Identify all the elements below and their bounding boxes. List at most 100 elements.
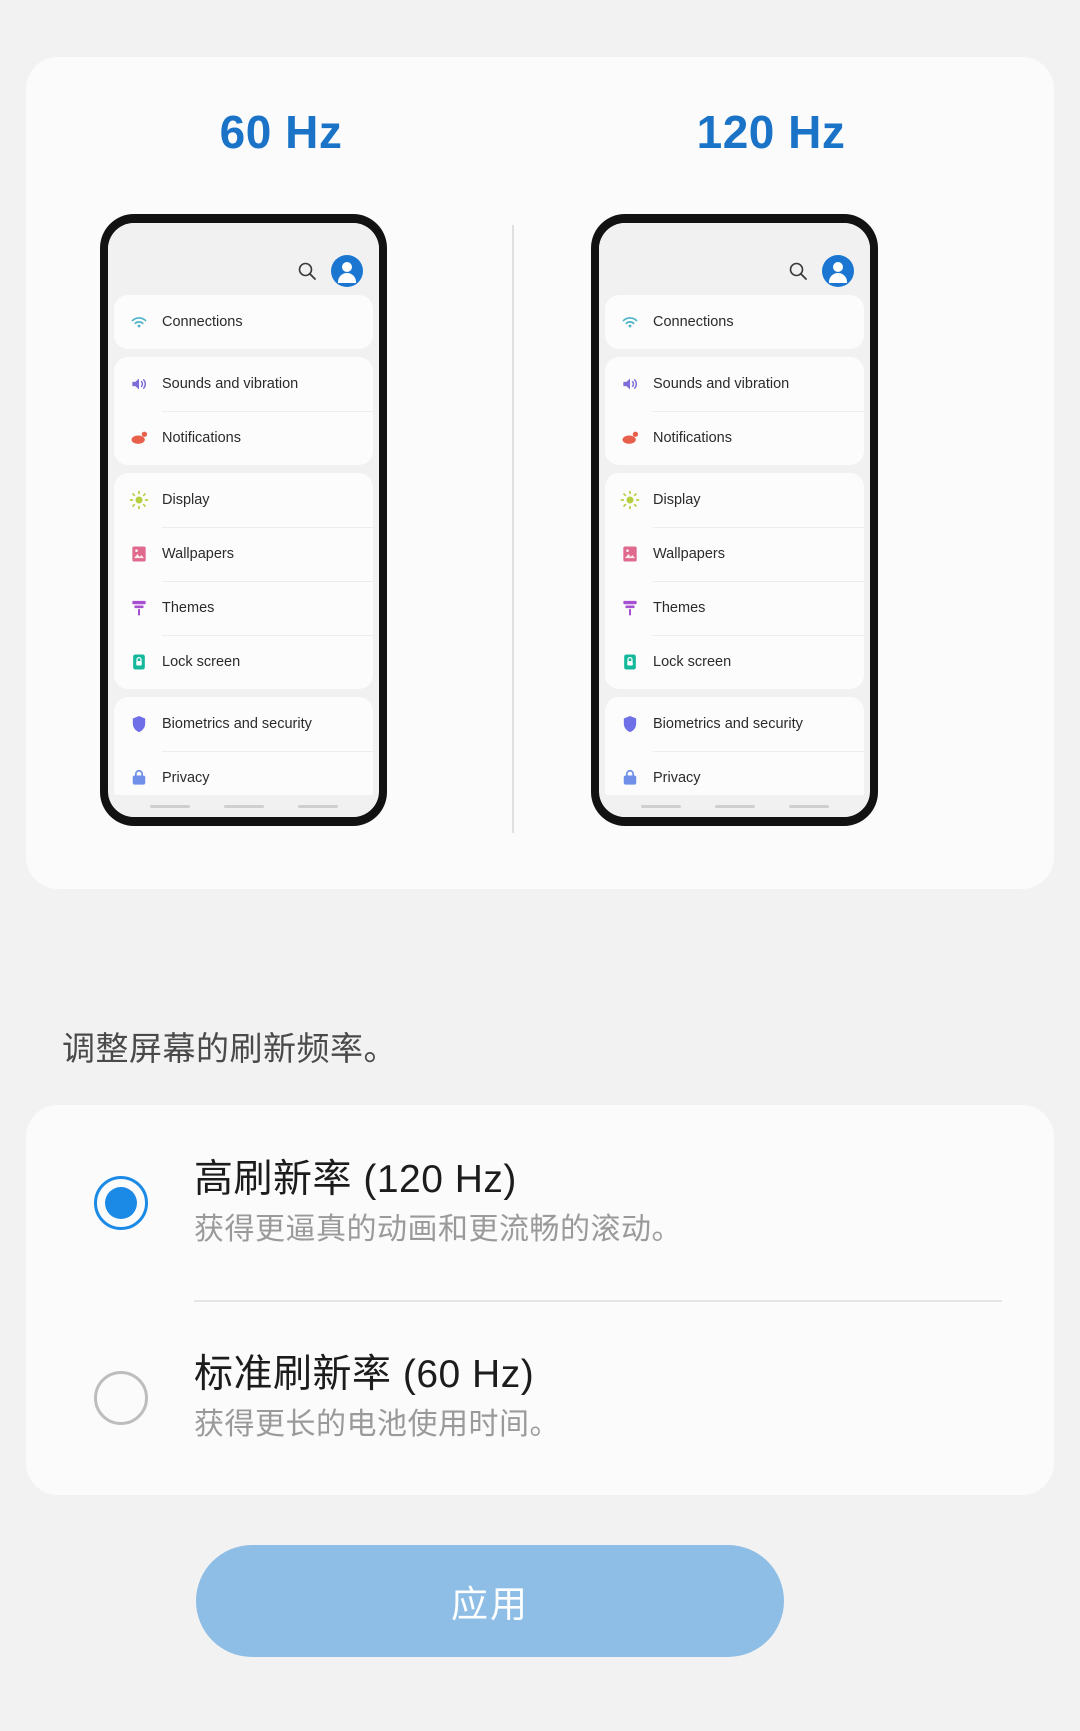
profile-avatar-icon[interactable] — [822, 255, 854, 287]
option-subtitle: 获得更逼真的动画和更流畅的滚动。 — [194, 1212, 682, 1246]
settings-row[interactable]: Biometrics and security — [605, 697, 864, 751]
phone-mockup-60hz: Connections Sounds and vibration Notificat… — [100, 214, 387, 826]
avatar-head — [833, 262, 843, 272]
settings-row-label: Privacy — [162, 770, 210, 786]
option-title: 高刷新率 (120 Hz) — [194, 1158, 517, 1202]
refresh-rate-settings-page: 60 Hz 120 Hz Connections Sounds and vibr… — [0, 0, 1080, 1731]
settings-row-label: Lock screen — [653, 654, 732, 670]
preview-labels: 60 Hz 120 Hz — [26, 105, 1054, 175]
phone-screen: Connections Sounds and vibration Notificat… — [108, 223, 379, 817]
option-subtitle: 获得更长的电池使用时间。 — [194, 1407, 560, 1441]
settings-row-label: Themes — [653, 600, 706, 616]
settings-row-label: Display — [653, 492, 701, 508]
settings-row[interactable]: Connections — [114, 295, 373, 349]
preview-label-60hz: 60 Hz — [219, 106, 343, 158]
settings-row[interactable]: Connections — [605, 295, 864, 349]
settings-row[interactable]: Display — [605, 473, 864, 527]
settings-group: Sounds and vibration Notifications — [114, 357, 373, 465]
wifi-icon — [128, 311, 150, 333]
search-icon[interactable] — [297, 261, 317, 281]
avatar-body — [338, 273, 356, 283]
nav-pill — [714, 804, 755, 808]
settings-row[interactable]: Lock screen — [114, 635, 373, 689]
settings-row-label: Lock screen — [162, 654, 241, 670]
phone-mockup-120hz: Connections Sounds and vibration Notificat… — [591, 214, 878, 826]
settings-row-label: Display — [162, 492, 210, 508]
settings-row[interactable]: Wallpapers — [114, 527, 373, 581]
refresh-rate-options-card: 高刷新率 (120 Hz) 获得更逼真的动画和更流畅的滚动。 标准刷新率 (60… — [26, 1105, 1054, 1495]
settings-row-label: Connections — [162, 314, 243, 330]
settings-group: Connections — [605, 295, 864, 349]
settings-row-label: Notifications — [653, 430, 732, 446]
phone-header — [599, 223, 870, 295]
phone-screen: Connections Sounds and vibration Notificat… — [599, 223, 870, 817]
brightness-icon — [128, 489, 150, 511]
speaker-icon — [619, 373, 641, 395]
option-title: 标准刷新率 (60 Hz) — [194, 1353, 535, 1397]
phone-settings-list: Connections Sounds and vibration Notificat… — [599, 295, 870, 805]
phone-navigation-bar — [599, 795, 870, 817]
privacy-lock-icon — [619, 767, 641, 789]
settings-group: Display Wallpapers Themes Lock screen — [114, 473, 373, 689]
privacy-lock-icon — [128, 767, 150, 789]
apply-button[interactable]: 应用 — [196, 1545, 784, 1657]
settings-row[interactable]: Sounds and vibration — [114, 357, 373, 411]
radio-high-refresh-rate[interactable] — [94, 1175, 148, 1230]
settings-group: Biometrics and security Privacy — [114, 697, 373, 805]
brightness-icon — [619, 489, 641, 511]
settings-row[interactable]: Notifications — [114, 411, 373, 465]
settings-row[interactable]: Themes — [114, 581, 373, 635]
nav-pill — [788, 804, 829, 808]
paint-roller-icon — [619, 597, 641, 619]
bell-icon — [128, 427, 150, 449]
settings-row[interactable]: Themes — [605, 581, 864, 635]
image-icon — [128, 543, 150, 565]
nav-pill — [223, 804, 264, 808]
profile-avatar-icon[interactable] — [331, 255, 363, 287]
nav-pill — [149, 804, 190, 808]
phone-settings-list: Connections Sounds and vibration Notificat… — [108, 295, 379, 805]
lock-icon — [619, 651, 641, 673]
settings-row-label: Wallpapers — [653, 546, 725, 562]
speaker-icon — [128, 373, 150, 395]
option-high-refresh-rate[interactable]: 高刷新率 (120 Hz) 获得更逼真的动画和更流畅的滚动。 — [26, 1105, 1054, 1300]
radio-standard-refresh-rate[interactable] — [94, 1370, 148, 1425]
option-text-standard: 标准刷新率 (60 Hz) 获得更长的电池使用时间。 — [194, 1352, 560, 1443]
search-icon[interactable] — [788, 261, 808, 281]
preview-label-120hz: 120 Hz — [696, 106, 846, 158]
settings-row-label: Sounds and vibration — [162, 376, 299, 392]
option-standard-refresh-rate[interactable]: 标准刷新率 (60 Hz) 获得更长的电池使用时间。 — [26, 1300, 1054, 1495]
settings-group: Display Wallpapers Themes Lock screen — [605, 473, 864, 689]
settings-row[interactable]: Notifications — [605, 411, 864, 465]
settings-row[interactable]: Biometrics and security — [114, 697, 373, 751]
shield-icon — [128, 713, 150, 735]
wifi-icon — [619, 311, 641, 333]
settings-row[interactable]: Wallpapers — [605, 527, 864, 581]
settings-group: Biometrics and security Privacy — [605, 697, 864, 805]
option-text-high: 高刷新率 (120 Hz) 获得更逼真的动画和更流畅的滚动。 — [194, 1157, 682, 1248]
bell-icon — [619, 427, 641, 449]
settings-row[interactable]: Display — [114, 473, 373, 527]
settings-row[interactable]: Lock screen — [605, 635, 864, 689]
preview-divider — [512, 225, 514, 833]
image-icon — [619, 543, 641, 565]
settings-row-label: Themes — [162, 600, 215, 616]
nav-pill — [297, 804, 338, 808]
settings-row-label: Biometrics and security — [653, 716, 803, 732]
settings-row[interactable]: Sounds and vibration — [605, 357, 864, 411]
page-description: 调整屏幕的刷新频率。 — [62, 1030, 397, 1067]
shield-icon — [619, 713, 641, 735]
lock-icon — [128, 651, 150, 673]
refresh-rate-preview-card: 60 Hz 120 Hz Connections Sounds and vibr… — [26, 57, 1054, 889]
settings-group: Sounds and vibration Notifications — [605, 357, 864, 465]
settings-row-label: Connections — [653, 314, 734, 330]
settings-group: Connections — [114, 295, 373, 349]
settings-row-label: Sounds and vibration — [653, 376, 790, 392]
settings-row-label: Privacy — [653, 770, 701, 786]
paint-roller-icon — [128, 597, 150, 619]
avatar-head — [342, 262, 352, 272]
settings-row-label: Notifications — [162, 430, 241, 446]
nav-pill — [640, 804, 681, 808]
settings-row-label: Wallpapers — [162, 546, 234, 562]
avatar-body — [829, 273, 847, 283]
